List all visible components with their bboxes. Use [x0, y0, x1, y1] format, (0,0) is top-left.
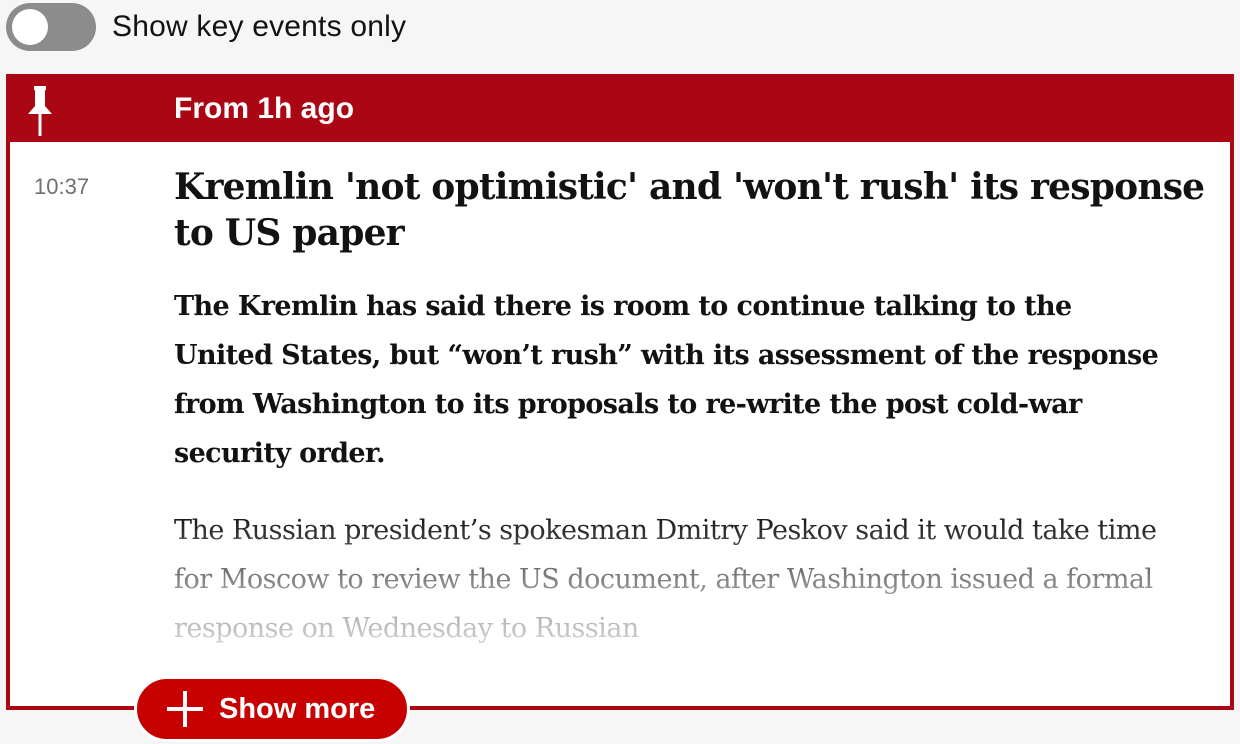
pin-icon: [28, 86, 52, 136]
pinned-post-header: From 1h ago: [10, 78, 1230, 142]
plus-icon: [167, 691, 203, 727]
key-events-toggle[interactable]: [6, 3, 96, 51]
post-standfirst: The Kremlin has said there is room to co…: [174, 291, 1159, 469]
post-timestamp[interactable]: 10:37: [34, 174, 89, 200]
key-events-filter: Show key events only: [6, 3, 406, 51]
pinned-post-label: From 1h ago: [174, 92, 355, 125]
post-headline: Kremlin 'not optimistic' and 'won't rush…: [174, 166, 1205, 254]
toggle-knob: [12, 9, 48, 45]
show-more-button[interactable]: Show more: [134, 676, 410, 742]
key-events-toggle-label[interactable]: Show key events only: [112, 10, 406, 44]
show-more-label: Show more: [219, 692, 376, 725]
post-body: The Russian president’s spokesman Dmitry…: [174, 515, 1157, 644]
pinned-post: From 1h ago 10:37 Kremlin 'not optimisti…: [6, 74, 1234, 710]
